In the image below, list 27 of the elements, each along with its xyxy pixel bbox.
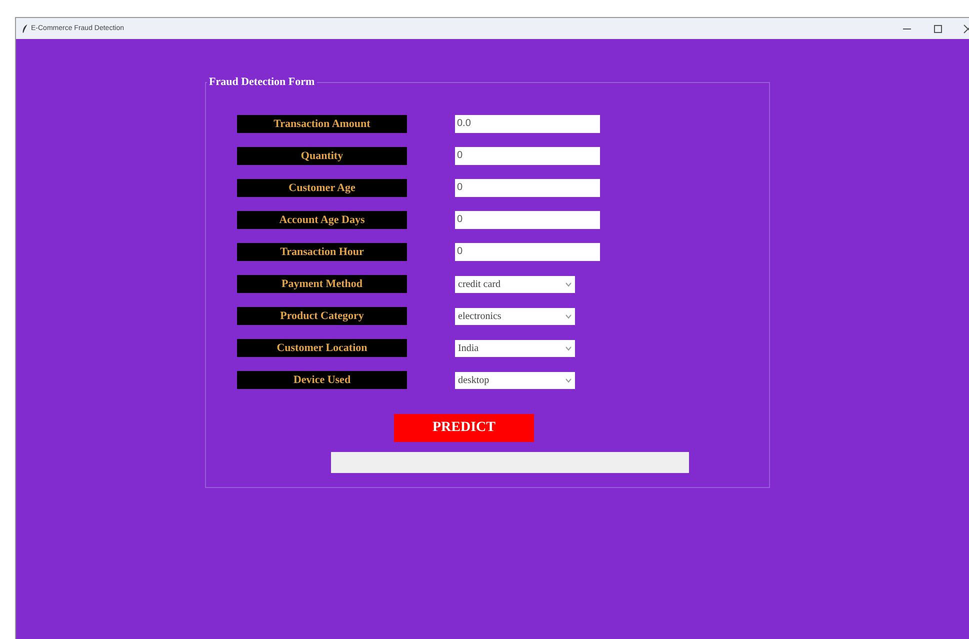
caret-icon	[565, 314, 572, 318]
field-label: Transaction Hour	[237, 243, 407, 261]
form-title: Fraud Detection Form	[208, 76, 316, 88]
feather-icon	[22, 24, 28, 34]
input-field[interactable]: 0	[455, 243, 600, 261]
caret-icon	[565, 282, 572, 286]
input-field[interactable]: 0	[455, 147, 600, 165]
field-label: Product Category	[237, 307, 407, 325]
field-label: Account Age Days	[237, 211, 407, 229]
input-field[interactable]: 0	[455, 179, 600, 197]
dropdown[interactable]: electronics	[455, 308, 575, 324]
input-field[interactable]: 0	[455, 211, 600, 229]
dropdown[interactable]: credit card	[455, 276, 575, 292]
caret-icon	[565, 378, 572, 382]
input-field[interactable]: 0.0	[455, 115, 600, 133]
field-label: Customer Age	[237, 179, 407, 197]
close-icon[interactable]	[963, 24, 969, 34]
field-label: Device Used	[237, 371, 407, 389]
field-label: Quantity	[237, 147, 407, 165]
dropdown[interactable]: desktop	[455, 372, 575, 388]
predict-button[interactable]: PREDICT	[394, 414, 534, 442]
field-label: Payment Method	[237, 275, 407, 293]
maximize-icon[interactable]	[933, 24, 943, 34]
dropdown[interactable]: India	[455, 340, 575, 356]
field-label: Customer Location	[237, 339, 407, 357]
caret-icon	[565, 346, 572, 350]
field-label: Transaction Amount	[237, 115, 407, 133]
